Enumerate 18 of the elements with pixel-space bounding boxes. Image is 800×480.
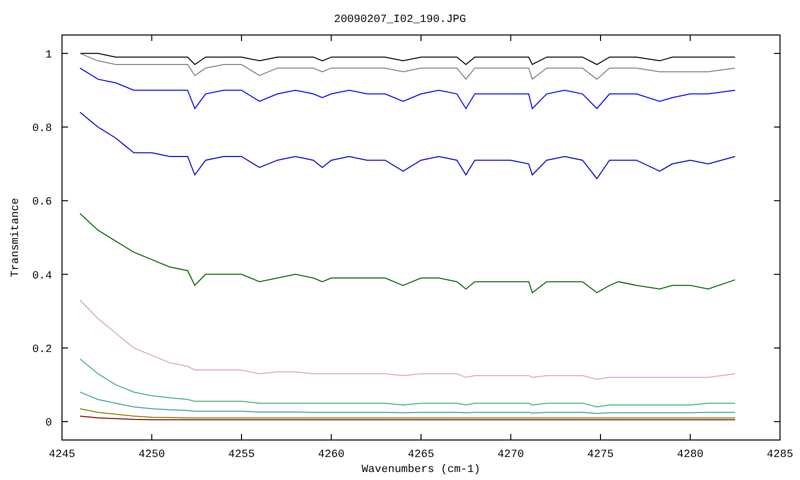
y-tick-label: 0.8 xyxy=(32,123,52,136)
x-tick-label: 4275 xyxy=(587,449,614,461)
x-tick-label: 4245 xyxy=(48,449,76,461)
x-tick-label: 4255 xyxy=(228,449,255,461)
y-tick-label: 0.4 xyxy=(32,270,52,282)
y-tick-label: 0.6 xyxy=(32,196,52,209)
x-tick-label: 4260 xyxy=(318,449,344,461)
x-axis-label: Wavenumbers (cm-1) xyxy=(362,464,480,476)
x-tick-label: 4265 xyxy=(408,449,434,461)
x-tick-label: 4250 xyxy=(138,449,165,461)
y-axis-label: Transmitance xyxy=(10,198,22,278)
x-tick-label: 4270 xyxy=(498,449,524,461)
y-tick-label: 0.2 xyxy=(32,344,52,356)
x-tick-label: 4285 xyxy=(766,449,794,461)
y-tick-label: 1 xyxy=(45,49,52,62)
y-tick-label: 0 xyxy=(45,418,52,430)
chart-title: 20090207_I02_190.JPG xyxy=(334,14,466,26)
x-tick-label: 4280 xyxy=(677,449,704,461)
